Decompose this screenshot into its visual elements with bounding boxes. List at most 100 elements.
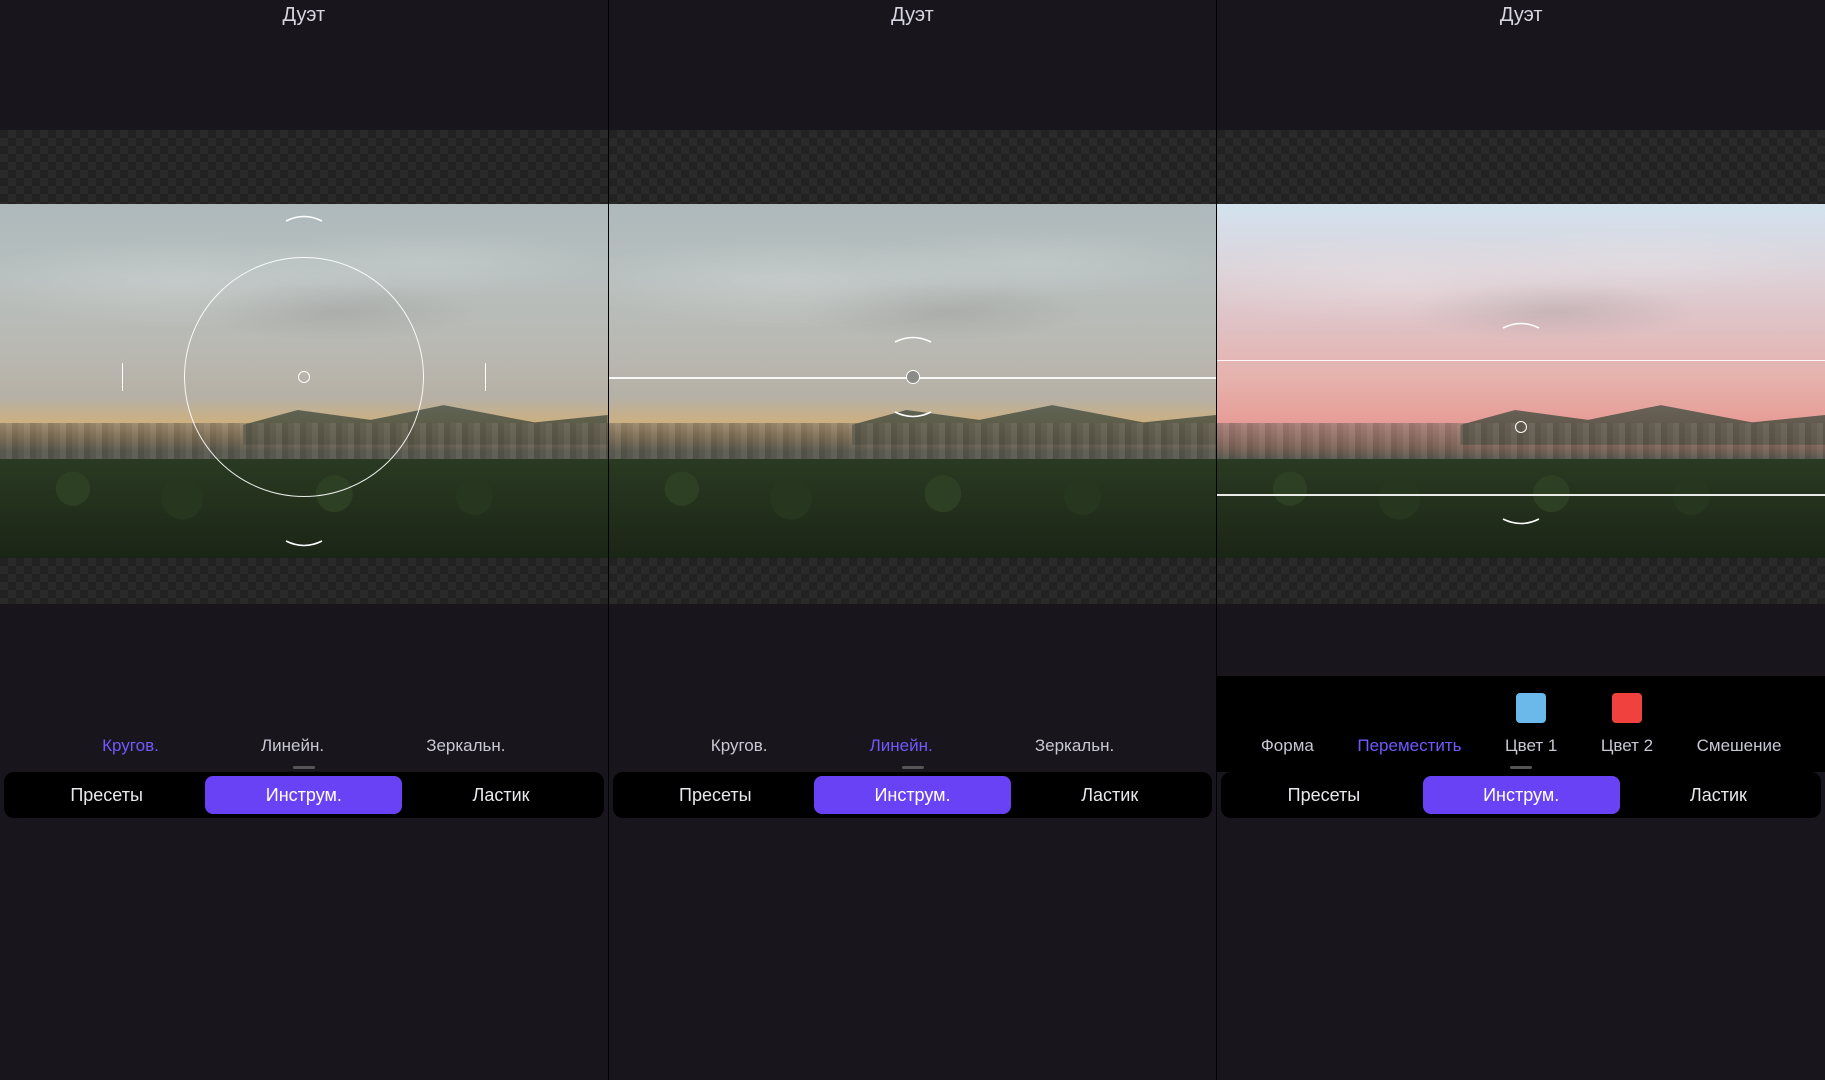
shape-option-label: Линейн.: [261, 736, 324, 756]
tab-label: Инструм.: [1483, 785, 1559, 806]
color-option-label: Цвет 2: [1601, 736, 1653, 756]
c2-icon: [1609, 690, 1645, 726]
transparency-top: [0, 130, 608, 204]
undo-button[interactable]: [1235, 625, 1265, 655]
tab-1[interactable]: Инструм.: [1423, 776, 1620, 814]
arc-down-icon: [1499, 516, 1543, 530]
mirror-icon: [448, 690, 484, 726]
color-option-label: Переместить: [1357, 736, 1461, 756]
tab-0[interactable]: Пресеты: [617, 776, 814, 814]
shape-option-label: Кругов.: [711, 736, 768, 756]
color-option-label: Форма: [1261, 736, 1314, 756]
screen-0: Дуэт Кругов. Линейн. Зеркальн. Пресеты Инстру…: [0, 0, 608, 1080]
gradient-line-top[interactable]: [1217, 360, 1825, 362]
action-row: [609, 604, 1217, 676]
tab-label: Ластик: [1081, 785, 1138, 806]
color-option-c1[interactable]: Цвет 1: [1505, 690, 1557, 756]
tab-1[interactable]: Инструм.: [205, 776, 402, 814]
move-icon: [1391, 690, 1427, 726]
color-option-label: Цвет 1: [1505, 736, 1557, 756]
spacer: [0, 50, 608, 130]
tick-left[interactable]: [122, 363, 124, 391]
shape-option-label: Кругов.: [102, 736, 159, 756]
compare-button[interactable]: [1777, 625, 1807, 655]
c1-icon: [1513, 690, 1549, 726]
image-canvas[interactable]: [1217, 204, 1825, 558]
confirm-button[interactable]: [1168, 10, 1198, 40]
header: Дуэт: [1217, 0, 1825, 50]
color-option-c2[interactable]: Цвет 2: [1601, 690, 1653, 756]
shape-option-mirror[interactable]: Зеркальн.: [426, 690, 505, 756]
title-dropdown[interactable]: Дуэт: [282, 4, 325, 46]
shape-option-circular[interactable]: Кругов.: [711, 690, 768, 756]
circular-icon: [721, 690, 757, 726]
gradient-line-bottom[interactable]: [1217, 494, 1825, 496]
page-title: Дуэт: [282, 4, 325, 27]
transparency-top: [1217, 130, 1825, 204]
arc-down-icon: [282, 538, 326, 552]
shape-option-linear[interactable]: Линейн.: [261, 690, 324, 756]
shape-option-circular[interactable]: Кругов.: [102, 690, 159, 756]
tab-2[interactable]: Ластик: [402, 776, 599, 814]
shape-option-mirror[interactable]: Зеркальн.: [1035, 690, 1114, 756]
tab-label: Пресеты: [1288, 785, 1361, 806]
linear-icon: [275, 690, 311, 726]
color-option-shape[interactable]: Форма: [1261, 690, 1314, 756]
header: Дуэт: [0, 0, 608, 50]
redo-button[interactable]: [1295, 625, 1325, 655]
redo-button[interactable]: [687, 625, 717, 655]
close-button[interactable]: [18, 10, 48, 40]
compare-button[interactable]: [560, 625, 590, 655]
arc-up-icon: [282, 210, 326, 224]
image-canvas[interactable]: [0, 204, 608, 558]
tab-2[interactable]: Ластик: [1620, 776, 1817, 814]
tab-0[interactable]: Пресеты: [1225, 776, 1422, 814]
bottom-tabs: Пресеты Инструм. Ластик: [1221, 772, 1821, 818]
tab-label: Инструм.: [266, 785, 342, 806]
close-button[interactable]: [1235, 10, 1265, 40]
mirror-icon: [1057, 690, 1093, 726]
page-title: Дуэт: [891, 4, 934, 27]
photo-trees: [609, 459, 1217, 558]
action-row: [0, 604, 608, 676]
undo-button[interactable]: [627, 625, 657, 655]
transparency-bottom: [609, 558, 1217, 604]
tab-label: Ластик: [473, 785, 530, 806]
tab-label: Инструм.: [874, 785, 950, 806]
tab-2[interactable]: Ластик: [1011, 776, 1208, 814]
screen-2: Дуэт Форма Переместить Цвет 1 Цвет 2 Смешение…: [1216, 0, 1825, 1080]
title-dropdown[interactable]: Дуэт: [891, 4, 934, 46]
screen-1: Дуэт Кругов. Линейн. Зеркальн. Пресеты Инстру…: [608, 0, 1217, 1080]
color-option-move[interactable]: Переместить: [1357, 690, 1461, 756]
bottom-tabs: Пресеты Инструм. Ластик: [613, 772, 1213, 818]
tick-right[interactable]: [485, 363, 487, 391]
tab-label: Пресеты: [70, 785, 143, 806]
shape-option-linear[interactable]: Линейн.: [870, 690, 933, 756]
arc-up-icon: [891, 331, 935, 345]
action-row: [1217, 604, 1825, 676]
spacer: [1217, 50, 1825, 130]
confirm-button[interactable]: [560, 10, 590, 40]
confirm-button[interactable]: [1777, 10, 1807, 40]
title-dropdown[interactable]: Дуэт: [1500, 4, 1543, 46]
color-option-blend[interactable]: Смешение: [1697, 690, 1782, 756]
tab-0[interactable]: Пресеты: [8, 776, 205, 814]
photo-trees: [1217, 459, 1825, 558]
image-canvas[interactable]: [609, 204, 1217, 558]
linear-icon: [883, 690, 919, 726]
center-handle[interactable]: [906, 370, 920, 384]
shape-option-label: Зеркальн.: [426, 736, 505, 756]
photo-clouds: [1217, 204, 1825, 399]
compare-button[interactable]: [1168, 625, 1198, 655]
tab-label: Пресеты: [679, 785, 752, 806]
blend-icon: [1721, 690, 1757, 726]
undo-button[interactable]: [18, 625, 48, 655]
shape-option-label: Линейн.: [870, 736, 933, 756]
tab-1[interactable]: Инструм.: [814, 776, 1011, 814]
close-button[interactable]: [627, 10, 657, 40]
shape-options: Кругов. Линейн. Зеркальн.: [609, 676, 1217, 766]
page-title: Дуэт: [1500, 4, 1543, 27]
header: Дуэт: [609, 0, 1217, 50]
redo-button[interactable]: [78, 625, 108, 655]
tab-label: Ластик: [1690, 785, 1747, 806]
